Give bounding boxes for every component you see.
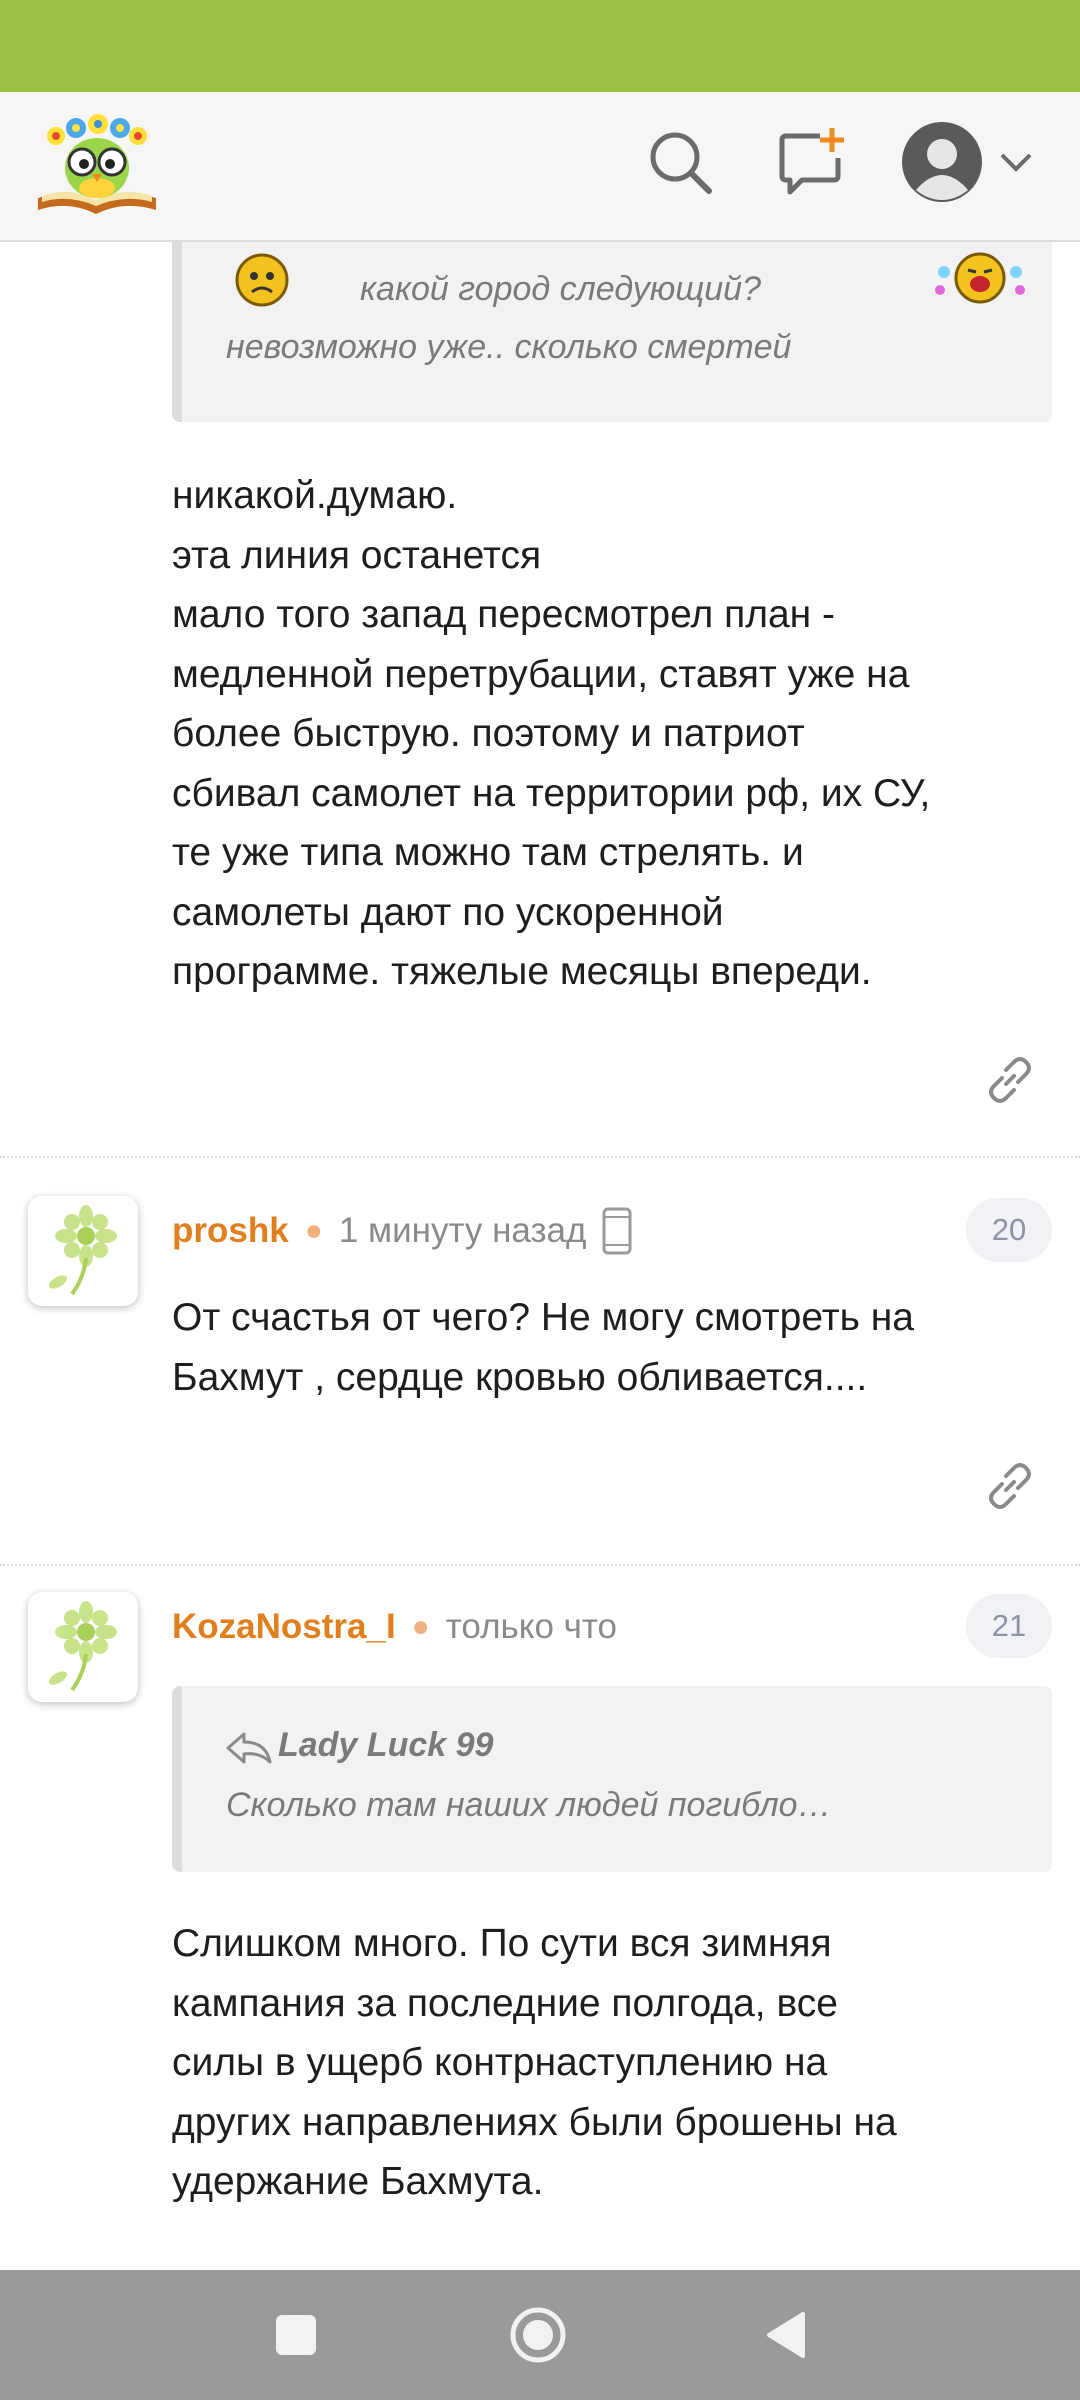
recent-apps-button[interactable]	[266, 2305, 326, 2365]
quote-line: какой город следующий?	[360, 270, 761, 308]
separator-dot: ●	[411, 1610, 430, 1643]
link-icon	[989, 1463, 1031, 1509]
crying-emoji-icon	[935, 252, 1025, 304]
back-button[interactable]	[756, 2305, 816, 2365]
comment-text: От счастья от чего? Не могу смотреть на …	[172, 1288, 1052, 1407]
quote-text: Сколько там наших людей погибло…	[226, 1786, 832, 1824]
avatar[interactable]	[28, 1592, 138, 1702]
search-icon	[650, 132, 712, 194]
comment-time: 1 минуту назад	[338, 1211, 587, 1250]
profile-menu-button[interactable]	[898, 122, 1038, 202]
reply-arrow-icon	[226, 1732, 272, 1764]
separator-dot: ●	[304, 1214, 323, 1247]
search-button[interactable]	[640, 122, 720, 202]
user-avatar-icon	[902, 122, 982, 202]
share-link-button[interactable]	[982, 1052, 1038, 1108]
top-bar	[0, 92, 1080, 242]
text-line: От счастья от чего? Не могу смотреть на	[172, 1296, 914, 1339]
status-bar	[0, 0, 1080, 92]
owl-book-logo[interactable]	[32, 106, 162, 224]
text-line: те уже типа можно там стрелять. и	[172, 831, 804, 874]
link-icon	[989, 1057, 1031, 1103]
new-message-icon	[779, 128, 844, 195]
quote-author[interactable]: Lady Luck 99	[278, 1726, 493, 1765]
comment-divider	[0, 1564, 1080, 1566]
text-line: медленной перетрубации, ставят уже на	[172, 652, 910, 696]
text-line: сбивал самолет на территории рф, их СУ,	[172, 771, 931, 815]
home-icon	[510, 2307, 566, 2363]
comment-divider	[0, 1156, 1080, 1158]
back-icon	[767, 2312, 805, 2358]
quote-block: Lady Luck 99 Сколько там наших людей пог…	[172, 1686, 1052, 1872]
comment-text: Слишком много. По сути вся зимняя кампан…	[172, 1914, 1052, 2212]
comment-number[interactable]: 20	[966, 1198, 1052, 1262]
text-line: более быструю. поэтому и патриот	[172, 712, 805, 755]
comment-number[interactable]: 21	[966, 1594, 1052, 1658]
comment-time: только что	[445, 1607, 618, 1646]
avatar[interactable]	[28, 1196, 138, 1306]
comment-meta: proshk ● 1 минуту назад	[172, 1206, 634, 1256]
sad-emoji-icon	[235, 253, 289, 307]
quote-block: какой город следующий? невозможно уже.. …	[172, 240, 1052, 422]
text-line: силы в ущерб контрнаступлению на	[172, 2041, 828, 2084]
share-link-button[interactable]	[982, 1458, 1038, 1514]
text-line: кампания за последние полгода, все	[172, 1981, 838, 2025]
text-line: Слишком много. По сути вся зимняя	[172, 1922, 832, 1965]
text-line: мало того запад пересмотрел план -	[172, 593, 835, 636]
quote-line: невозможно уже.. сколько смертей	[226, 328, 792, 366]
comment-meta: KozaNostra_I ● только что	[172, 1602, 617, 1652]
flower-avatar-icon	[48, 1601, 117, 1692]
chevron-down-icon	[1000, 153, 1032, 172]
system-nav-bar	[0, 2270, 1080, 2400]
comment-text: никакой.думаю. эта линия останется мало …	[172, 466, 1052, 1002]
flower-avatar-icon	[48, 1205, 117, 1296]
mobile-phone-icon	[602, 1207, 632, 1255]
text-line: удержание Бахмута.	[172, 2160, 544, 2203]
author-name[interactable]: proshk	[172, 1211, 289, 1251]
recent-apps-icon	[276, 2315, 316, 2355]
new-message-button[interactable]	[772, 122, 852, 202]
text-line: других направлениях были брошены на	[172, 2100, 897, 2144]
text-line: самолеты дают по ускоренной	[172, 890, 724, 934]
comments-feed: какой город следующий? невозможно уже.. …	[0, 240, 1080, 2270]
text-line: эта линия останется	[172, 533, 542, 577]
text-line: программе. тяжелые месяцы впереди.	[172, 950, 872, 993]
text-line: никакой.думаю.	[172, 474, 458, 517]
text-line: Бахмут , сердце кровью обливается....	[172, 1355, 868, 1399]
home-button[interactable]	[508, 2305, 568, 2365]
author-name[interactable]: KozaNostra_I	[172, 1607, 396, 1647]
